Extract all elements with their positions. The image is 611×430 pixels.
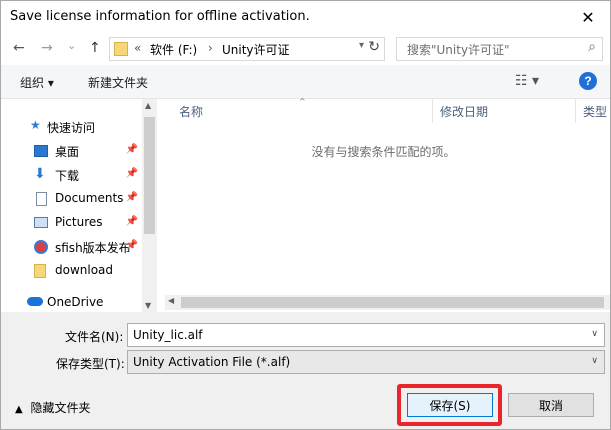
download-arrow-icon: ⬇	[34, 166, 46, 182]
navigation-pane: ★ 快速访问 桌面 📌 ⬇ 下载 📌 Documents 📌 Pictures …	[1, 99, 157, 312]
search-icon: ⌕	[588, 39, 596, 55]
sidebar-scrollbar[interactable]: ▲ ▼	[142, 99, 157, 312]
filename-value: Unity_lic.alf	[133, 328, 203, 342]
folder-icon	[114, 42, 128, 56]
documents-icon	[36, 192, 47, 206]
column-header-name[interactable]: 名称	[179, 103, 203, 120]
breadcrumb-folder[interactable]: Unity许可证	[222, 41, 290, 58]
sidebar-item-documents[interactable]: Documents 📌	[1, 187, 142, 211]
hide-folders-label: 隐藏文件夹	[30, 401, 91, 415]
filetype-label: 保存类型(T):	[56, 357, 125, 371]
back-icon[interactable]: ←	[13, 40, 25, 56]
empty-message: 没有与搜索条件匹配的项。	[311, 145, 456, 159]
sfish-icon	[34, 240, 48, 254]
close-button[interactable]: ✕	[566, 1, 610, 33]
new-folder-button[interactable]: 新建文件夹	[88, 74, 148, 91]
sidebar-item-label: 快速访问	[47, 121, 96, 135]
sidebar-item-label: OneDrive	[47, 295, 104, 309]
sidebar-item-download-folder[interactable]: download	[1, 259, 142, 283]
hide-folders-toggle[interactable]: ▲ 隐藏文件夹	[15, 399, 91, 416]
sidebar-item-label: Documents	[55, 191, 124, 205]
forward-icon[interactable]: →	[41, 40, 53, 56]
help-icon[interactable]: ?	[579, 72, 597, 90]
up-folder-icon[interactable]: ↑	[89, 40, 101, 56]
chevron-down-icon[interactable]: ∨	[591, 356, 598, 366]
breadcrumb-drive[interactable]: 软件 (F:)	[150, 41, 197, 58]
chevron-down-icon[interactable]: ∨	[591, 329, 598, 339]
filetype-select[interactable]: Unity Activation File (*.alf) ∨	[127, 350, 605, 374]
pin-icon: 📌	[125, 240, 138, 251]
sidebar-item-quick-access[interactable]: ★ 快速访问	[1, 115, 142, 139]
search-placeholder: 搜索"Unity许可证"	[407, 43, 510, 57]
refresh-icon[interactable]: ↻	[368, 39, 380, 55]
scrollbar-thumb[interactable]	[181, 297, 604, 308]
command-bar: 组织 ▾ 新建文件夹 ☷ ▾ ?	[1, 65, 610, 99]
save-dialog: Save license information for offline act…	[0, 0, 611, 430]
sidebar-item-desktop[interactable]: 桌面 📌	[1, 139, 142, 163]
browser-pane: ★ 快速访问 桌面 📌 ⬇ 下载 📌 Documents 📌 Pictures …	[1, 97, 610, 312]
cancel-button[interactable]: 取消	[508, 393, 594, 417]
title-bar: Save license information for offline act…	[1, 1, 610, 33]
scrollbar-thumb[interactable]	[144, 117, 155, 234]
cloud-icon	[27, 297, 43, 306]
annotation-highlight-box	[397, 384, 502, 426]
pin-icon: 📌	[125, 144, 138, 155]
sidebar-item-label: sfish版本发布	[55, 241, 131, 255]
sidebar-item-label: Pictures	[55, 215, 103, 229]
breadcrumb-separator: ›	[208, 41, 213, 55]
search-box[interactable]: 搜索"Unity许可证" ⌕	[396, 37, 603, 61]
filename-field[interactable]: Unity_lic.alf ∨	[127, 323, 605, 347]
sidebar-item-label: download	[55, 263, 114, 277]
sidebar-item-label: 桌面	[55, 145, 80, 159]
column-divider[interactable]	[575, 99, 576, 123]
recent-locations-icon[interactable]: ⌄	[67, 39, 76, 52]
sidebar-item-label: 下载	[55, 169, 80, 183]
sidebar-item-downloads[interactable]: ⬇ 下载 📌	[1, 163, 142, 187]
desktop-icon	[34, 145, 48, 157]
address-bar[interactable]: « 软件 (F:) › Unity许可证 ▾ ↻	[109, 37, 385, 61]
pin-icon: 📌	[125, 192, 138, 203]
sort-ascending-icon: ^	[299, 97, 306, 106]
pin-icon: 📌	[125, 168, 138, 179]
sidebar-item-sfish[interactable]: sfish版本发布 📌	[1, 235, 142, 259]
navigation-bar: ← → ⌄ ↑ « 软件 (F:) › Unity许可证 ▾ ↻ 搜索"Unit…	[1, 33, 610, 65]
scroll-up-icon[interactable]: ▲	[145, 101, 151, 110]
pin-icon: 📌	[125, 216, 138, 227]
filename-label: 文件名(N):	[65, 330, 124, 344]
column-divider[interactable]	[432, 99, 433, 123]
column-header-type[interactable]: 类型	[583, 103, 607, 120]
window-title: Save license information for offline act…	[10, 9, 310, 24]
sidebar-item-onedrive[interactable]: OneDrive	[1, 291, 142, 315]
sidebar-item-pictures[interactable]: Pictures 📌	[1, 211, 142, 235]
address-dropdown-icon[interactable]: ▾	[359, 40, 364, 51]
filetype-value: Unity Activation File (*.alf)	[133, 355, 291, 369]
view-options-icon[interactable]: ☷ ▾	[515, 73, 539, 89]
file-list-scrollbar[interactable]: ◀	[165, 295, 610, 310]
star-icon: ★	[30, 118, 41, 132]
chevron-up-icon: ▲	[15, 404, 23, 415]
scroll-left-icon[interactable]: ◀	[168, 296, 174, 305]
file-list: ^ 名称 修改日期 类型 没有与搜索条件匹配的项。 ◀	[157, 97, 610, 312]
column-header-date[interactable]: 修改日期	[440, 103, 488, 120]
scroll-down-icon[interactable]: ▼	[145, 301, 151, 310]
breadcrumb-overflow[interactable]: «	[134, 41, 141, 55]
pictures-icon	[34, 217, 48, 228]
organize-menu[interactable]: 组织 ▾	[20, 74, 54, 91]
folder-icon	[34, 264, 46, 278]
